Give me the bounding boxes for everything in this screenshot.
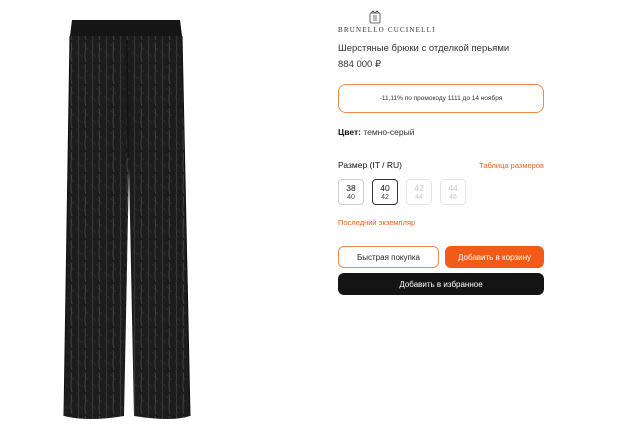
size-label: Размер (IT / RU) [338,160,402,170]
crown-seal-icon [369,10,381,24]
size-option-42: 42 44 [406,179,432,205]
promo-banner: -11,11% по промокоду 1111 до 14 ноября [338,84,544,113]
size-selector: 38 40 40 42 42 44 44 46 [338,179,466,205]
product-image[interactable] [62,18,192,423]
size-option-44: 44 46 [440,179,466,205]
color-label: Цвет: [338,127,361,137]
last-item-notice: Последний экземпляр [338,218,416,227]
purchase-buttons: Быстрая покупка Добавить в корзину [338,246,544,268]
quick-buy-button[interactable]: Быстрая покупка [338,246,439,268]
add-to-favorites-button[interactable]: Добавить в избранное [338,273,544,295]
size-it: 40 [380,183,390,193]
size-ru: 42 [381,194,389,201]
color-row: Цвет: темно-серый [338,127,415,137]
size-ru: 40 [347,194,355,201]
product-info: BRUNELLO CUCINELLI Шерстяные брюки с отд… [338,10,548,70]
size-it: 42 [414,183,424,193]
product-price: 884 000 ₽ [338,59,382,70]
size-it: 38 [346,183,356,193]
brand-block[interactable]: BRUNELLO CUCINELLI [338,10,548,34]
size-ru: 46 [449,194,457,201]
brand-name: BRUNELLO CUCINELLI [338,26,436,34]
size-option-40[interactable]: 40 42 [372,179,398,205]
product-title: Шерстяные брюки с отделкой перьями [338,43,510,54]
size-chart-link[interactable]: Таблица размеров [479,161,544,170]
color-value: темно-серый [363,127,415,137]
add-to-cart-button[interactable]: Добавить в корзину [445,246,544,268]
trousers-waistband [70,20,182,36]
size-option-38[interactable]: 38 40 [338,179,364,205]
size-ru: 44 [415,194,423,201]
size-header: Размер (IT / RU) Таблица размеров [338,160,544,170]
size-it: 44 [448,183,458,193]
promo-text: -11,11% по промокоду 1111 до 14 ноября [379,95,503,102]
